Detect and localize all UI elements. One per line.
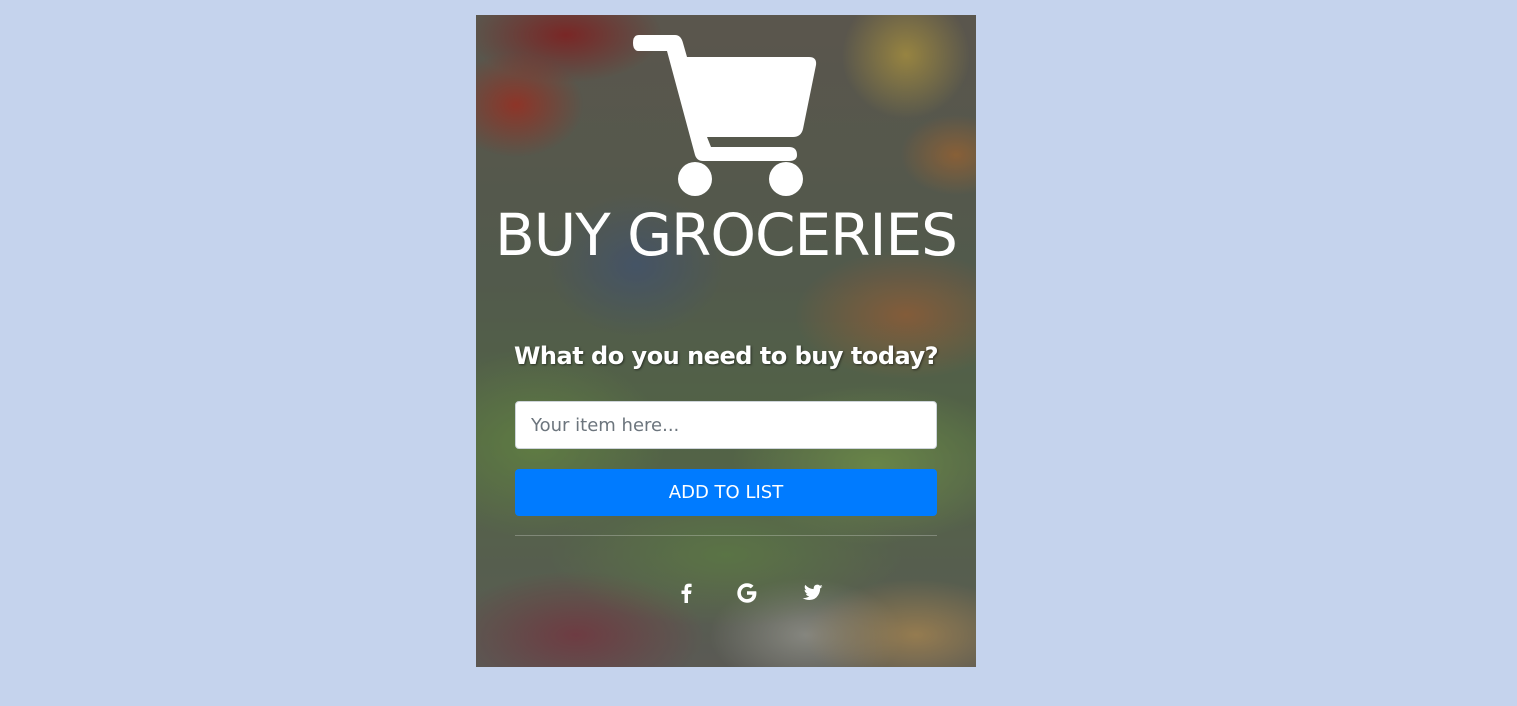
item-input[interactable] bbox=[515, 401, 937, 449]
card-content: BUY GROCERIES What do you need to buy to… bbox=[476, 15, 976, 667]
grocery-card: BUY GROCERIES What do you need to buy to… bbox=[476, 15, 976, 667]
add-to-list-button[interactable]: ADD TO LIST bbox=[515, 469, 937, 516]
page-title: BUY GROCERIES bbox=[494, 201, 958, 269]
divider bbox=[515, 535, 937, 536]
shopping-cart-icon bbox=[633, 35, 817, 196]
google-icon[interactable] bbox=[735, 581, 759, 605]
facebook-icon[interactable] bbox=[674, 581, 698, 605]
twitter-icon[interactable] bbox=[800, 581, 824, 605]
page-subtitle: What do you need to buy today? bbox=[513, 342, 939, 370]
